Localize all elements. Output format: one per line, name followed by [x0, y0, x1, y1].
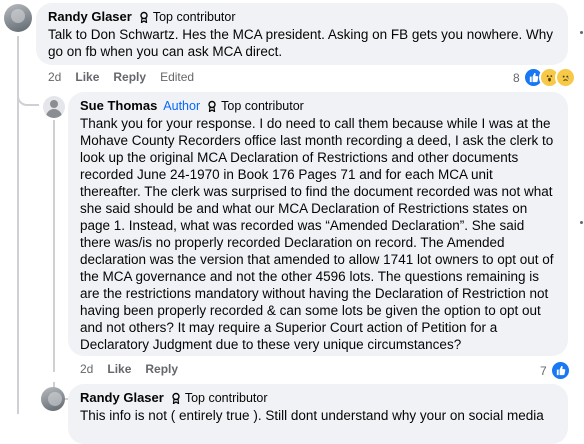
- ribbon-icon: [140, 11, 148, 23]
- top-contributor-badge: Top contributor: [138, 10, 236, 24]
- badge-label: Top contributor: [184, 390, 268, 405]
- top-contributor-badge: Top contributor: [170, 391, 268, 405]
- comment-bubble: Randy Glaser Top contributor Talk to Don…: [36, 3, 568, 65]
- comment-actions: 2d Like Reply: [80, 362, 178, 376]
- reply-button[interactable]: Reply: [145, 362, 178, 376]
- top-contributor-badge: Top contributor: [206, 99, 304, 113]
- comment-author[interactable]: Randy Glaser: [80, 390, 164, 405]
- comment-bubble: Sue Thomas Author Top contributor Thank …: [68, 92, 568, 356]
- more-options-icon[interactable]: [579, 220, 584, 225]
- thread-line-reply: [53, 120, 55, 372]
- comment-bubble: Randy Glaser Top contributor This info i…: [68, 384, 568, 444]
- like-button[interactable]: Like: [107, 362, 131, 376]
- avatar[interactable]: [43, 96, 65, 118]
- badge-label: Top contributor: [221, 98, 304, 113]
- reaction-count: 8: [513, 70, 520, 85]
- reaction-summary[interactable]: 7: [540, 360, 571, 381]
- comment-author[interactable]: Randy Glaser: [48, 9, 132, 24]
- ribbon-icon: [208, 100, 216, 112]
- reaction-count: 7: [540, 363, 547, 378]
- timestamp[interactable]: 2d: [80, 362, 93, 376]
- reply-button[interactable]: Reply: [113, 70, 146, 84]
- timestamp[interactable]: 2d: [48, 70, 61, 84]
- comment-text: Talk to Don Schwartz. Hes the MCA presid…: [48, 27, 553, 59]
- edited-label: Edited: [160, 70, 195, 84]
- sad-icon: [554, 67, 576, 88]
- avatar[interactable]: [41, 387, 65, 411]
- more-options-icon[interactable]: [579, 30, 584, 35]
- reaction-summary[interactable]: 8: [513, 67, 576, 88]
- comment-author[interactable]: Sue Thomas: [80, 98, 157, 113]
- ribbon-icon: [172, 392, 180, 404]
- like-button[interactable]: Like: [75, 70, 99, 84]
- comment-text: Thank you for your response. I do need t…: [80, 116, 554, 352]
- avatar[interactable]: [4, 4, 32, 32]
- like-icon: [549, 360, 571, 381]
- thread-curve-1: [17, 88, 39, 106]
- author-tag: Author: [163, 98, 201, 113]
- comment-actions: 2d Like Reply Edited: [48, 70, 194, 84]
- comment-text: This info is not ( entirely true ). Stil…: [80, 408, 544, 423]
- badge-label: Top contributor: [152, 9, 236, 24]
